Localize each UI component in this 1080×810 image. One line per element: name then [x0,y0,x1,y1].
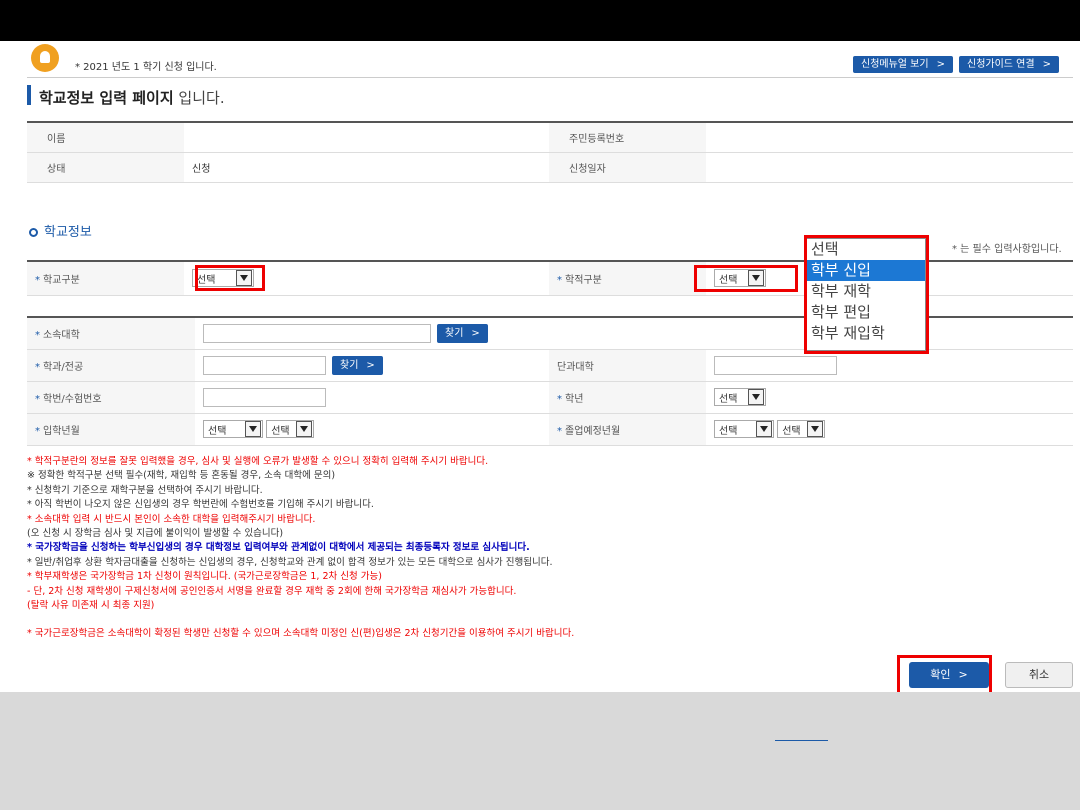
college-label: 단과대학 [549,348,706,382]
highlight-dropdown [804,235,929,354]
highlight-confirm [897,655,992,695]
note-item: * 일반/취업후 상환 학자금대출을 신청하는 신입생의 경우, 신청학교와 관… [27,556,553,568]
major-input[interactable] [203,355,326,375]
highlight-academic-status [694,265,798,292]
student-id-input[interactable] [203,387,326,407]
admission-label: * 입학년월 [27,412,195,446]
university-label: * 소속대학 [27,316,195,350]
chevron-right-icon: > [1042,59,1051,70]
grade-select[interactable]: 선택 [714,388,766,406]
note-item: * 국가근로장학금은 소속대학이 확정된 학생만 신청할 수 있으며 소속대학 … [27,628,575,640]
chevron-right-icon: > [936,59,945,70]
university-input[interactable] [203,323,431,343]
required-note: * 는 필수 입력사항입니다. [952,244,1062,255]
note-item: ※ 정확한 학적구분 선택 필수(재학, 재입학 등 혼동될 경우, 소속 대학… [27,470,336,482]
note-item: * 소속대학 입력 시 반드시 본인이 소속한 대학을 입력해주시기 바랍니다. [27,513,316,525]
graduation-month-select[interactable]: 선택 [777,420,826,438]
status-value: 신청 [184,151,549,183]
date-label: 신청일자 [549,151,706,183]
chevron-down-icon [748,389,764,405]
admission-month-select[interactable]: 선택 [266,420,315,438]
notes-list: * 학적구분란의 정보를 잘못 입력했을 경우, 심사 및 실행에 오류가 발생… [27,455,1073,642]
manual-label: 신청메뉴얼 보기 [861,59,929,70]
section-title: 학교정보 [29,221,92,240]
chevron-down-icon [245,421,261,437]
name-value [184,121,549,153]
chevron-down-icon [296,421,313,437]
chevron-down-icon [756,421,772,437]
chevron-right-icon: > [471,327,480,339]
admission-year-select[interactable]: 선택 [203,420,263,438]
status-label: 상태 [27,151,184,183]
note-item: (탈락 사유 미존재 시 최종 지원) [27,600,155,612]
circle-bullet-icon [29,228,38,237]
note-item: - 단, 2차 신청 재학생이 구제신청서에 공인인증서 서명을 완료할 경우 … [27,585,517,597]
note-item: * 신청학기 기준으로 재학구분을 선택하여 주시기 바랍니다. [27,484,263,496]
note-item: * 학부재학생은 국가장학금 1차 신청이 원칙입니다. (국가근로장학금은 1… [27,571,382,583]
top-bar [0,0,1080,41]
divider [27,77,1073,78]
student-id-label: * 학번/수험번호 [27,380,195,414]
ssn-label: 주민등록번호 [549,121,706,153]
date-value [706,151,1073,183]
note-item: * 학적구분란의 정보를 잘못 입력했을 경우, 심사 및 실행에 오류가 발생… [27,456,489,467]
highlight-school-type [195,265,265,291]
ssn-value [706,121,1073,153]
graduation-year-select[interactable]: 선택 [714,420,774,438]
major-label: * 학과/전공 [27,348,195,382]
note-item: (오 신청 시 장학금 심사 및 지급에 불이익이 발생할 수 있습니다) [27,528,284,540]
find-major-button[interactable]: 찾기 > [332,355,383,375]
cancel-button[interactable]: 취소 [1005,662,1073,688]
find-university-button[interactable]: 찾기 > [437,323,488,343]
page-title: 학교정보 입력 페이지 입니다. [39,89,225,107]
graduation-label: * 졸업예정년월 [549,412,706,446]
guide-label: 신청가이드 연결 [967,59,1035,70]
manual-button[interactable]: 신청메뉴얼 보기 > [853,56,953,73]
footer-link-underline [775,740,828,741]
note-item: * 국가장학금을 신청하는 학부신입생의 경우 대학정보 입력여부와 관계없이 … [27,542,530,554]
lightbulb-icon [31,44,59,72]
title-accent [27,85,31,105]
name-label: 이름 [27,121,184,153]
school-type-label: * 학교구분 [27,260,184,296]
semester-notice: * 2021 년도 1 학기 신청 입니다. [75,62,217,73]
guide-button[interactable]: 신청가이드 연결 > [959,56,1059,73]
footer [0,692,1080,810]
chevron-right-icon: > [366,359,375,371]
academic-status-label: * 학적구분 [549,260,706,296]
note-item: * 아직 학번이 나오지 않은 신입생의 경우 학번란에 수험번호를 기입해 주… [27,499,374,511]
chevron-down-icon [807,421,824,437]
applicant-table: 이름 주민등록번호 상태 신청 신청일자 [27,121,1073,183]
grade-label: * 학년 [549,380,706,414]
college-input[interactable] [714,355,837,375]
